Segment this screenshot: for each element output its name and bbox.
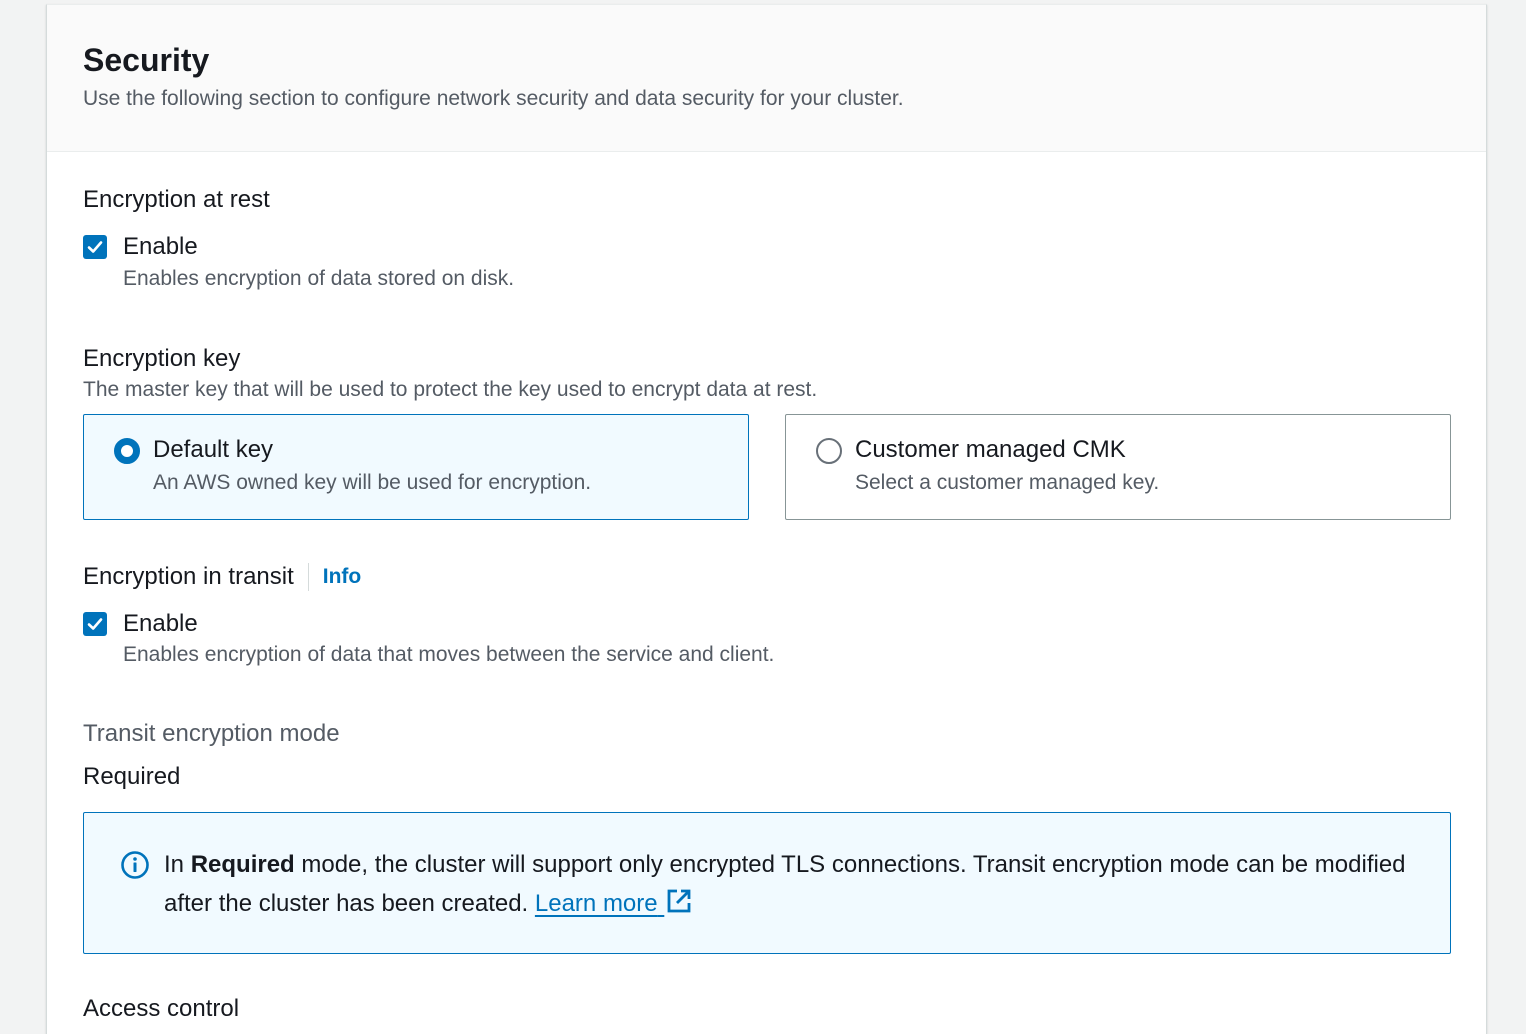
check-icon: [87, 618, 103, 630]
page-title: Security: [83, 42, 210, 78]
encryption-at-rest-checkbox-row[interactable]: Enable: [83, 232, 198, 262]
encryption-in-transit-checkbox[interactable]: [83, 612, 107, 636]
alert-prefix: In: [164, 851, 191, 878]
customer-managed-cmk-description: Select a customer managed key.: [855, 471, 1160, 494]
customer-managed-cmk-tile[interactable]: Customer managed CMK Select a customer m…: [785, 414, 1451, 520]
access-control-label: Access control: [83, 995, 240, 1022]
default-key-label: Default key: [153, 436, 274, 463]
encryption-in-transit-checkbox-label[interactable]: Enable: [123, 609, 198, 639]
encryption-at-rest-checkbox[interactable]: [83, 235, 107, 259]
check-icon: [87, 241, 103, 253]
customer-managed-cmk-label: Customer managed CMK: [855, 436, 1126, 463]
alert-message: In Required mode, the cluster will suppo…: [164, 845, 1424, 926]
panel-header: Security Use the following section to co…: [47, 5, 1486, 152]
encryption-key-label: Encryption key: [83, 345, 241, 372]
info-icon: [120, 850, 150, 885]
encryption-in-transit-checkbox-row[interactable]: Enable: [83, 609, 198, 639]
alert-text: mode, the cluster will support only encr…: [164, 851, 1406, 917]
alert-bold-mode: Required: [190, 851, 295, 878]
info-alert: In Required mode, the cluster will suppo…: [83, 812, 1451, 954]
encryption-key-description: The master key that will be used to prot…: [83, 378, 818, 401]
transit-encryption-mode-value: Required: [83, 763, 181, 790]
default-key-tile[interactable]: Default key An AWS owned key will be use…: [83, 414, 749, 520]
page-description: Use the following section to configure n…: [83, 87, 904, 110]
encryption-in-transit-label: Encryption in transit: [83, 563, 294, 590]
encryption-in-transit-header: Encryption in transit Info: [83, 562, 361, 592]
learn-more-link[interactable]: Learn more: [535, 890, 664, 917]
header-divider: [307, 563, 309, 591]
transit-encryption-mode-label: Transit encryption mode: [83, 720, 340, 747]
encryption-at-rest-description: Enables encryption of data stored on dis…: [123, 267, 515, 290]
default-key-description: An AWS owned key will be used for encryp…: [153, 471, 592, 494]
external-link-icon[interactable]: [666, 887, 692, 926]
security-panel: Security Use the following section to co…: [46, 4, 1487, 1034]
encryption-at-rest-checkbox-label[interactable]: Enable: [123, 232, 198, 262]
default-key-radio[interactable]: [114, 438, 140, 464]
encryption-at-rest-label: Encryption at rest: [83, 186, 270, 213]
info-link[interactable]: Info: [323, 562, 361, 592]
customer-managed-cmk-radio[interactable]: [816, 438, 842, 464]
encryption-in-transit-description: Enables encryption of data that moves be…: [123, 643, 775, 666]
